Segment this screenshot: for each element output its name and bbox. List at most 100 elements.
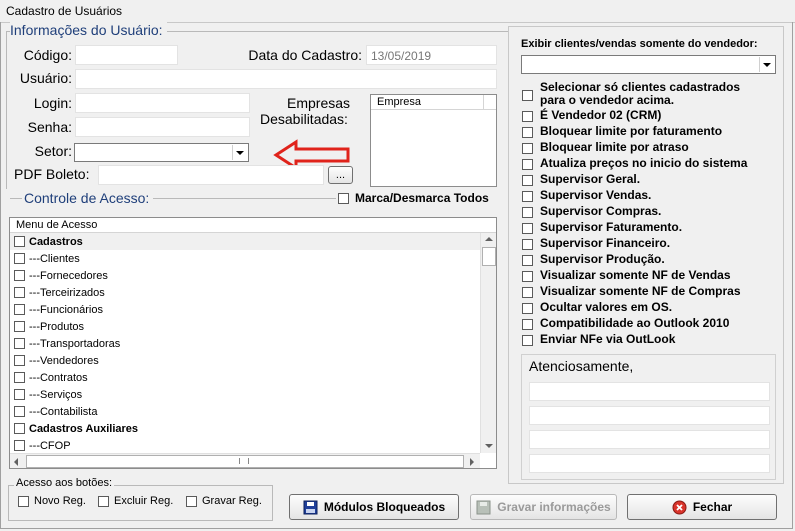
access-item-checkbox[interactable] xyxy=(14,287,25,298)
gravar-informacoes-button[interactable]: Gravar informações xyxy=(470,494,617,520)
scroll-left-icon[interactable] xyxy=(14,458,18,466)
hscroll-thumb[interactable] xyxy=(26,455,464,468)
option-row[interactable]: Supervisor Vendas. xyxy=(522,189,651,202)
option-label: Bloquear limite por atraso xyxy=(540,140,689,154)
access-item-checkbox[interactable] xyxy=(14,423,25,434)
access-item-checkbox[interactable] xyxy=(14,253,25,264)
scroll-down-icon[interactable] xyxy=(485,444,493,448)
option-checkbox[interactable] xyxy=(522,143,533,154)
gravar-reg-row[interactable]: Gravar Reg. xyxy=(186,495,262,507)
access-list-item[interactable]: ---Fornecedores xyxy=(14,267,108,284)
option-row[interactable]: É Vendedor 02 (CRM) xyxy=(522,109,661,122)
access-list-item[interactable]: ---Funcionários xyxy=(14,301,103,318)
option-row[interactable]: Atualiza preços no inicio do sistema xyxy=(522,157,747,170)
option-row[interactable]: Supervisor Faturamento. xyxy=(522,221,682,234)
option-checkbox[interactable] xyxy=(522,175,533,186)
chevron-down-icon[interactable] xyxy=(232,145,247,160)
access-item-checkbox[interactable] xyxy=(14,338,25,349)
option-checkbox[interactable] xyxy=(522,191,533,202)
access-list-item[interactable]: ---Terceirizados xyxy=(14,284,105,301)
option-checkbox[interactable] xyxy=(522,207,533,218)
scroll-up-icon[interactable] xyxy=(485,237,493,241)
access-list-item[interactable]: ---Serviços xyxy=(14,386,82,403)
excluir-reg-checkbox[interactable] xyxy=(98,495,109,507)
option-checkbox[interactable] xyxy=(522,271,533,282)
access-list-item[interactable]: Cadastros Auxiliares xyxy=(14,420,138,437)
vendor-filter-dropdown[interactable] xyxy=(521,55,776,74)
option-checkbox[interactable] xyxy=(522,223,533,234)
option-checkbox[interactable] xyxy=(522,255,533,266)
toggle-all-checkbox-row[interactable]: Marca/Desmarca Todos xyxy=(338,192,489,205)
option-checkbox[interactable] xyxy=(522,90,533,101)
empresas-list[interactable]: Empresa xyxy=(370,94,497,187)
access-item-checkbox[interactable] xyxy=(14,321,25,332)
signature-line-1[interactable] xyxy=(529,382,770,401)
novo-reg-row[interactable]: Novo Reg. xyxy=(18,495,86,507)
option-row[interactable]: Supervisor Compras. xyxy=(522,205,661,218)
option-row[interactable]: Ocultar valores em OS. xyxy=(522,301,672,314)
fechar-button[interactable]: Fechar xyxy=(627,494,777,520)
option-checkbox[interactable] xyxy=(522,303,533,314)
gravar-reg-checkbox[interactable] xyxy=(186,495,197,507)
access-item-checkbox[interactable] xyxy=(14,355,25,366)
scroll-right-icon[interactable] xyxy=(470,458,474,466)
access-list-item[interactable]: ---Vendedores xyxy=(14,352,99,369)
modulos-bloqueados-button[interactable]: Módulos Bloqueados xyxy=(289,494,459,520)
pdf-browse-button[interactable]: ... xyxy=(328,166,353,184)
option-row[interactable]: Supervisor Produção. xyxy=(522,253,665,266)
access-list-item[interactable]: ---Contratos xyxy=(14,369,88,386)
access-item-checkbox[interactable] xyxy=(14,236,25,247)
access-list-item[interactable]: ---CFOP xyxy=(14,437,71,454)
setor-dropdown[interactable] xyxy=(74,143,249,162)
vertical-scrollbar[interactable] xyxy=(480,233,496,453)
access-menu-list[interactable]: Menu de Acesso Cadastros ---Clientes ---Fo… xyxy=(9,217,497,469)
option-row[interactable]: Visualizar somente NF de Compras xyxy=(522,285,741,298)
option-row[interactable]: Bloquear limite por atraso xyxy=(522,141,689,154)
option-row[interactable]: Enviar NFe via OutLook xyxy=(522,333,675,346)
pdf-boleto-field[interactable] xyxy=(98,165,324,185)
scroll-thumb[interactable] xyxy=(482,247,496,266)
signature-line-3[interactable] xyxy=(529,430,770,449)
option-row[interactable]: Supervisor Geral. xyxy=(522,173,640,186)
option-row[interactable]: Bloquear limite por faturamento xyxy=(522,125,722,138)
option-row[interactable]: Selecionar só clientes cadastrados para o… xyxy=(522,81,740,107)
access-list-item[interactable]: ---Clientes xyxy=(14,250,80,267)
option-row[interactable]: Compatibilidade ao Outlook 2010 xyxy=(522,317,729,330)
option-checkbox[interactable] xyxy=(522,127,533,138)
senha-field[interactable] xyxy=(75,117,250,137)
empresa-column-header[interactable]: Empresa xyxy=(371,95,484,109)
access-list-item[interactable]: ---Produtos xyxy=(14,318,84,335)
data-cadastro-field[interactable]: 13/05/2019 xyxy=(366,45,497,65)
option-checkbox[interactable] xyxy=(522,287,533,298)
option-checkbox[interactable] xyxy=(522,159,533,170)
usuario-field[interactable] xyxy=(75,69,497,89)
setor-label: Setor: xyxy=(34,143,72,159)
chevron-down-icon[interactable] xyxy=(759,57,774,72)
excluir-reg-row[interactable]: Excluir Reg. xyxy=(98,495,173,507)
access-list-item[interactable]: ---Contabilista xyxy=(14,403,97,420)
access-item-checkbox[interactable] xyxy=(14,270,25,281)
option-checkbox[interactable] xyxy=(522,319,533,330)
access-item-checkbox[interactable] xyxy=(14,304,25,315)
access-list-item[interactable]: ---Transportadoras xyxy=(14,335,120,352)
senha-label: Senha: xyxy=(27,119,72,135)
option-checkbox[interactable] xyxy=(522,239,533,250)
option-row[interactable]: Visualizar somente NF de Vendas xyxy=(522,269,731,282)
option-checkbox[interactable] xyxy=(522,335,533,346)
option-checkbox[interactable] xyxy=(522,111,533,122)
login-field[interactable] xyxy=(75,93,250,113)
signature-line-4[interactable] xyxy=(529,454,770,473)
access-item-checkbox[interactable] xyxy=(14,389,25,400)
access-item-checkbox[interactable] xyxy=(14,440,25,451)
option-row[interactable]: Supervisor Financeiro. xyxy=(522,237,670,250)
horizontal-scrollbar[interactable] xyxy=(10,453,480,468)
codigo-field[interactable] xyxy=(75,45,178,65)
access-item-checkbox[interactable] xyxy=(14,406,25,417)
novo-reg-checkbox[interactable] xyxy=(18,495,29,507)
signature-line-2[interactable] xyxy=(529,406,770,425)
toggle-all-checkbox[interactable] xyxy=(338,193,349,204)
access-list-item[interactable]: Cadastros xyxy=(10,233,480,250)
access-item-label: ---CFOP xyxy=(29,439,71,452)
access-item-checkbox[interactable] xyxy=(14,372,25,383)
save-disabled-icon xyxy=(476,500,491,514)
